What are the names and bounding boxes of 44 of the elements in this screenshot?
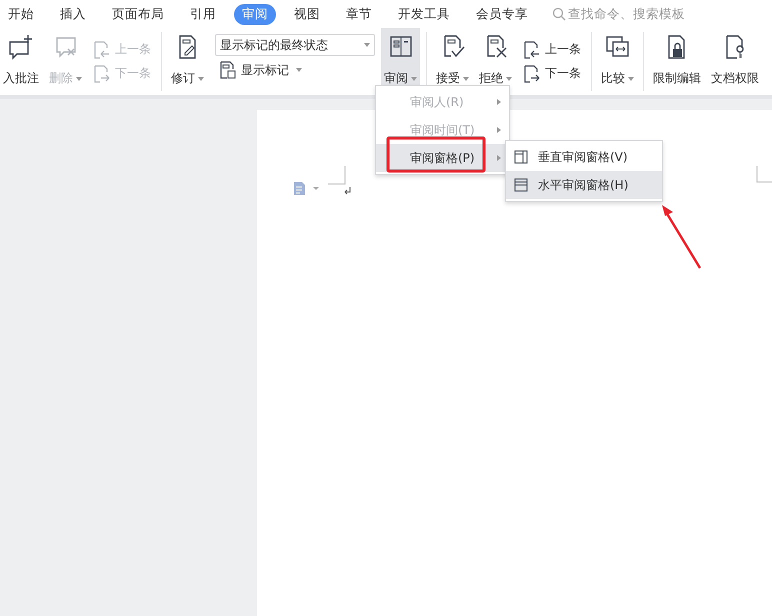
- menu-tab[interactable]: 页面布局: [104, 4, 172, 24]
- menu-tab[interactable]: 插入: [52, 4, 94, 24]
- submenu-arrow-icon: [497, 99, 501, 105]
- submenu-arrow-icon: [497, 127, 501, 133]
- menu-tab[interactable]: 视图: [286, 4, 328, 24]
- paragraph-mark-icon: [344, 186, 350, 194]
- horizontal-pane-icon: [514, 178, 528, 192]
- document-arrow-right-icon: [93, 64, 111, 82]
- previous-button[interactable]: 上一条: [523, 40, 581, 58]
- ribbon-button[interactable]: 修订: [168, 28, 207, 94]
- menu-tab[interactable]: 开始: [0, 4, 42, 24]
- margin-corner-mark: [756, 166, 772, 182]
- menu-tab[interactable]: 会员专享: [468, 4, 536, 24]
- ribbon-button[interactable]: 入批注: [0, 28, 42, 94]
- ribbon-button[interactable]: 比较: [598, 28, 637, 94]
- menu-tab[interactable]: 引用: [182, 4, 224, 24]
- document-icon: [294, 182, 319, 195]
- annotation-arrow: [662, 205, 702, 269]
- comment-plus-icon: [8, 34, 34, 60]
- menu-item[interactable]: 垂直审阅窗格(V): [506, 143, 662, 171]
- show-markup-button[interactable]: 显示标记: [219, 61, 375, 79]
- markup-dropdown[interactable]: 显示标记的最终状态: [215, 34, 375, 56]
- search-icon: [552, 7, 566, 21]
- margin-corner-mark: [328, 166, 346, 184]
- menu-item[interactable]: 水平审阅窗格(H): [506, 171, 662, 199]
- vertical-pane-icon: [514, 150, 528, 164]
- caret-icon: [296, 68, 302, 72]
- caret-icon: [628, 76, 634, 81]
- caret-icon: [411, 76, 417, 81]
- caret-icon: [364, 43, 370, 47]
- caret-icon: [506, 76, 512, 81]
- menu-tab[interactable]: 开发工具: [390, 4, 458, 24]
- document-arrow-left-icon: [523, 40, 541, 58]
- document-arrow-left-icon: [93, 40, 111, 58]
- menu-tab[interactable]: 章节: [338, 4, 380, 24]
- ribbon-button[interactable]: 文档权限: [708, 28, 762, 94]
- caret-icon: [198, 76, 204, 81]
- caret-icon: [76, 76, 82, 81]
- submenu-arrow-icon: [497, 155, 501, 161]
- document-list-icon: [219, 61, 237, 79]
- next-button[interactable]: 下一条: [523, 64, 581, 82]
- ribbon-button[interactable]: 限制编辑: [650, 28, 704, 94]
- document-arrow-right-icon: [523, 64, 541, 82]
- caret-icon: [463, 76, 469, 81]
